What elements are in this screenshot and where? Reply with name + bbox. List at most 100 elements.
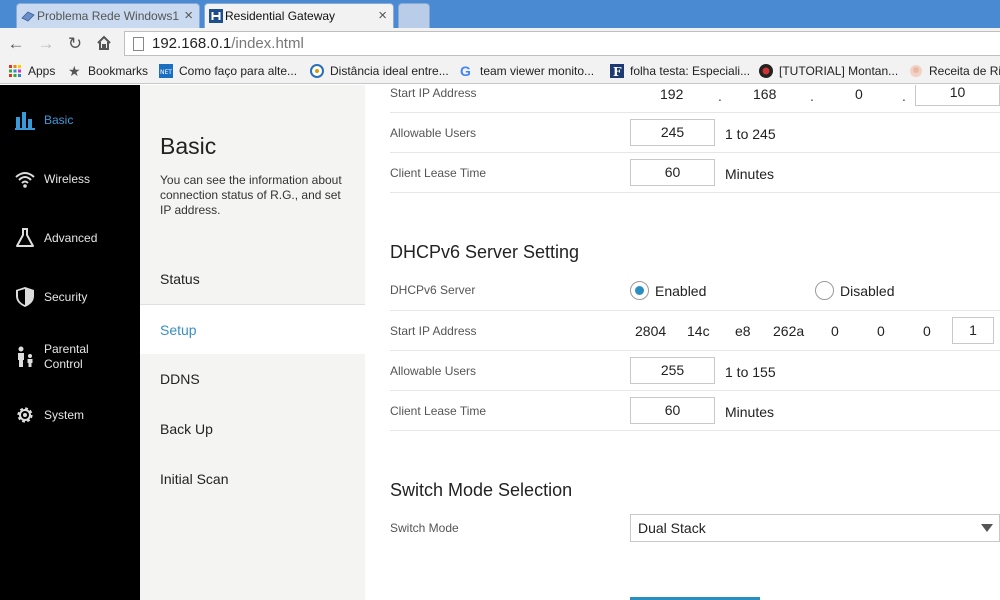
browser-tab-strip: Problema Rede Windows1 × Residential Gat… [0,0,1000,28]
sidebar-item-advanced[interactable]: Advanced [0,218,140,258]
allowable-users-range: 1 to 245 [725,126,776,142]
ipv6-last-group-input[interactable]: 1 [952,317,994,344]
dhcp-lease-time-row: Client Lease Time 60 Minutes [390,153,1000,193]
subnav-item-initial-scan[interactable]: Initial Scan [140,455,365,503]
browser-tab-problema[interactable]: Problema Rede Windows1 × [16,3,200,28]
forward-arrow-icon[interactable]: → [36,33,56,53]
svg-text:F: F [613,65,622,78]
star-icon: ★ [68,63,81,79]
client-lease-time-label: Client Lease Time [390,166,487,180]
start-ip-octet-4-input[interactable]: 10 [915,85,1000,106]
dhcp-start-ip-row: Start IP Address 192 . 168 . 0 . 10 [390,85,1000,113]
forum-favicon [759,64,773,78]
dhcpv6-allowable-users-input[interactable]: 255 [630,357,715,384]
close-icon[interactable]: × [378,7,387,24]
setup-content: Start IP Address 192 . 168 . 0 . 10 Allo… [365,85,1000,600]
tab-label: Problema Rede Windows1 [37,9,180,23]
allowable-users-label: Allowable Users [390,126,477,140]
home-icon[interactable] [94,33,114,53]
new-tab-button[interactable] [398,3,430,28]
switch-mode-select[interactable]: Dual Stack [630,514,1000,542]
sidebar-item-wireless[interactable]: Wireless [0,159,140,199]
parental-control-label: Parental Control [44,342,89,371]
browser-tab-residential-gateway[interactable]: Residential Gateway × [204,3,394,28]
dhcpv6-section-title: DHCPv6 Server Setting [390,242,580,262]
switch-mode-selected-value: Dual Stack [638,520,706,536]
dhcpv6-enabled-radio[interactable] [630,281,649,300]
ipv6-group-3: e8 [735,323,751,339]
dhcpv6-start-ip-row: Start IP Address 2804 14c e8 262a 0 0 0 … [390,311,1000,351]
ipv6-group-6: 0 [877,323,885,339]
switch-mode-section-title: Switch Mode Selection [390,480,573,500]
shield-icon [16,287,34,307]
disabled-label: Disabled [840,283,895,299]
dhcpv6-server-row: DHCPv6 Server Enabled Disabled [390,271,1000,311]
sidebar-item-basic[interactable]: Basic [0,100,140,140]
bookmark-como-faco[interactable]: NET Como faço para alte... [159,62,297,80]
dhcp-allowable-users-row: Allowable Users 245 1 to 245 [390,113,1000,153]
ip-octet-1: 192 [660,86,684,102]
section-title: Basic [160,133,217,159]
ipv6-group-5: 0 [831,323,839,339]
net-favicon: NET [159,64,173,78]
bookmark-folha[interactable]: F folha testa: Especiali... [610,62,750,80]
apps-grid-icon [9,65,21,77]
dhcpv6-lease-time-row: Client Lease Time 60 Minutes [390,391,1000,431]
ip-octet-2: 168 [753,86,777,102]
allowable-users-label: Allowable Users [390,364,477,378]
forum-favicon [21,11,35,22]
close-icon[interactable]: × [184,7,193,24]
bar-chart-icon [15,112,35,130]
sidebar-item-system[interactable]: System [0,395,140,435]
chevron-down-icon [981,524,993,532]
bookmark-apps[interactable]: Apps [8,62,55,80]
allowable-users-input[interactable]: 245 [630,119,715,146]
dhcpv6-disabled-radio[interactable] [815,281,834,300]
ipv6-group-1: 2804 [635,323,667,339]
ipv6-group-7: 0 [923,323,931,339]
back-arrow-icon[interactable]: ← [6,33,26,53]
ip-dot: . [902,88,906,104]
flask-icon [16,228,34,247]
browser-toolbar: ← → ↻ 192.168.0.1/index.html [0,28,1000,58]
address-bar[interactable]: 192.168.0.1/index.html [124,31,1000,56]
bookmarks-bar: Apps ★ Bookmarks NET Como faço para alte… [0,58,1000,84]
client-lease-time-label: Client Lease Time [390,404,487,418]
switch-mode-label: Switch Mode [390,521,459,535]
gear-icon [17,407,33,423]
bookmark-receita[interactable]: Receita de Ri [909,62,1000,80]
ipv6-group-4: 262a [773,323,805,339]
f-favicon: F [610,64,624,78]
bookmark-bookmarks[interactable]: ★ Bookmarks [68,62,148,80]
sidebar-item-parental-control[interactable]: Parental Control [0,335,140,379]
sidebar-item-security[interactable]: Security [0,277,140,317]
ip-octet-3: 0 [855,86,863,102]
client-lease-time-input[interactable]: 60 [630,159,715,186]
dhcpv6-server-label: DHCPv6 Server [390,283,476,297]
google-favicon: G [460,63,471,79]
url-text: 192.168.0.1/index.html [152,35,304,52]
bookmark-tutorial[interactable]: [TUTORIAL] Montan... [759,62,898,80]
enabled-label: Enabled [655,283,707,299]
wifi-icon [15,172,35,188]
dhcpv6-allowable-users-row: Allowable Users 255 1 to 155 [390,351,1000,391]
h-favicon [209,9,223,23]
subnav-item-setup[interactable]: Setup [140,304,365,354]
ipv6-group-2: 14c [687,323,710,339]
bookmark-team-viewer[interactable]: G team viewer monito... [460,62,594,80]
tab-label: Residential Gateway [225,9,336,23]
lease-unit: Minutes [725,166,775,182]
subnav-item-status[interactable]: Status [140,255,365,303]
sub-navigation: Basic You can see the information about … [140,85,365,600]
bookmark-distancia[interactable]: Distância ideal entre... [310,62,449,80]
main-sidebar: Basic Wireless Advanced Security Parenta… [0,85,140,600]
page-icon [133,36,144,51]
subnav-item-ddns[interactable]: DDNS [140,355,365,403]
reload-icon[interactable]: ↻ [65,33,85,53]
subnav-item-back-up[interactable]: Back Up [140,405,365,453]
site-favicon [310,64,324,78]
recipe-favicon [910,65,922,77]
dhcpv6-lease-time-input[interactable]: 60 [630,397,715,424]
lease-unit: Minutes [725,404,775,420]
svg-text:NET: NET [160,69,172,76]
